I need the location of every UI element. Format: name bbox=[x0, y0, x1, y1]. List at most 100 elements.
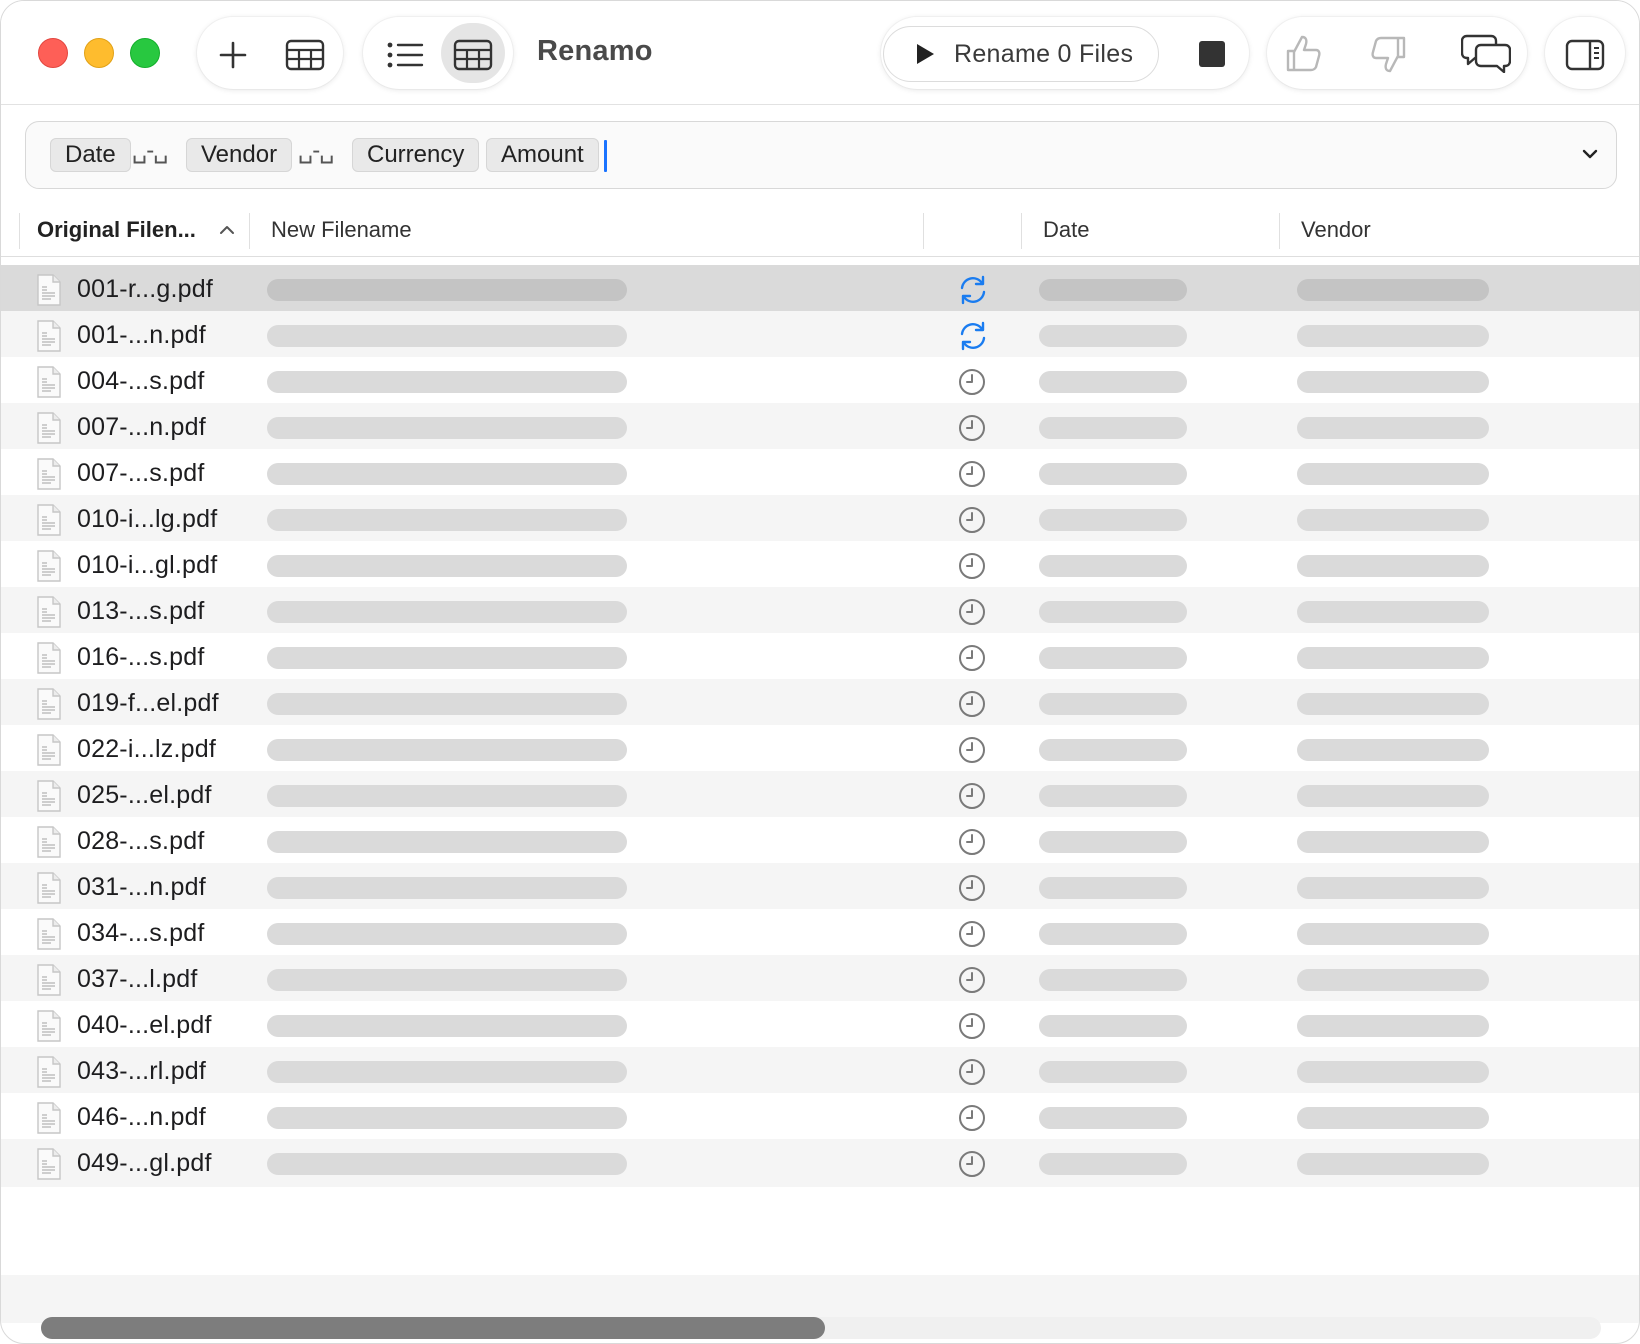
pending-status bbox=[957, 919, 987, 954]
table-row[interactable]: 046-...n.pdf bbox=[1, 1093, 1639, 1141]
plus-icon bbox=[219, 41, 247, 69]
table-row[interactable]: 019-f...el.pdf bbox=[1, 679, 1639, 727]
clock-icon bbox=[959, 1059, 985, 1085]
column-divider[interactable] bbox=[249, 213, 250, 249]
pattern-token-date[interactable]: Date bbox=[50, 138, 131, 172]
pdf-document-icon bbox=[37, 412, 61, 444]
file-icon bbox=[37, 734, 61, 771]
file-icon bbox=[37, 596, 61, 633]
pdf-document-icon bbox=[37, 826, 61, 858]
pending-status bbox=[957, 505, 987, 540]
pdf-document-icon bbox=[37, 366, 61, 398]
thumbs-up-button[interactable] bbox=[1283, 31, 1323, 75]
toolbar: Renamo Rename 0 Files bbox=[1, 1, 1639, 105]
table-row[interactable]: 010-i...gl.pdf bbox=[1, 541, 1639, 589]
table-row[interactable]: 043-...rl.pdf bbox=[1, 1047, 1639, 1095]
table-row[interactable]: 013-...s.pdf bbox=[1, 587, 1639, 635]
stop-button[interactable] bbox=[1197, 39, 1227, 69]
rename-files-button[interactable]: Rename 0 Files bbox=[883, 26, 1159, 82]
column-divider[interactable] bbox=[1021, 213, 1022, 249]
grid-view-button-icon-wrap[interactable] bbox=[451, 35, 495, 75]
close-window-button[interactable] bbox=[38, 38, 68, 68]
vendor-placeholder bbox=[1297, 417, 1489, 439]
processing-status bbox=[957, 275, 989, 310]
clock-icon bbox=[959, 369, 985, 395]
table-row[interactable]: 037-...l.pdf bbox=[1, 955, 1639, 1003]
vendor-placeholder bbox=[1297, 877, 1489, 899]
clock-icon bbox=[959, 783, 985, 809]
vendor-placeholder bbox=[1297, 325, 1489, 347]
table-row[interactable]: 022-i...lz.pdf bbox=[1, 725, 1639, 773]
date-placeholder bbox=[1039, 601, 1187, 623]
original-filename: 010-i...lg.pdf bbox=[77, 505, 218, 533]
column-divider[interactable] bbox=[923, 213, 924, 249]
app-window: Renamo Rename 0 Files Date ␣-␣ Vendor ␣-… bbox=[0, 0, 1640, 1344]
pdf-document-icon bbox=[37, 688, 61, 720]
file-icon bbox=[37, 1102, 61, 1139]
table-row[interactable]: 004-...s.pdf bbox=[1, 357, 1639, 405]
new-filename-placeholder bbox=[267, 923, 627, 945]
column-divider[interactable] bbox=[1279, 213, 1280, 249]
file-icon bbox=[37, 642, 61, 679]
table-button[interactable] bbox=[283, 35, 327, 75]
file-icon bbox=[37, 1056, 61, 1093]
horizontal-scrollbar-thumb[interactable] bbox=[41, 1317, 825, 1339]
table-row[interactable]: 001-...n.pdf bbox=[1, 311, 1639, 359]
pending-status bbox=[957, 1057, 987, 1092]
feedback-chat-button[interactable] bbox=[1461, 31, 1511, 75]
vendor-placeholder bbox=[1297, 555, 1489, 577]
table-row[interactable]: 028-...s.pdf bbox=[1, 817, 1639, 865]
toggle-sidebar-button[interactable] bbox=[1563, 35, 1607, 75]
table-row[interactable]: 001-r...g.pdf bbox=[1, 265, 1639, 313]
table-row[interactable]: 034-...s.pdf bbox=[1, 909, 1639, 957]
pdf-document-icon bbox=[37, 320, 61, 352]
pattern-token-amount[interactable]: Amount bbox=[486, 138, 599, 172]
rename-pattern-field[interactable]: Date ␣-␣ Vendor ␣-␣ Currency Amount bbox=[25, 121, 1617, 189]
table-row[interactable]: 010-i...lg.pdf bbox=[1, 495, 1639, 543]
original-filename: 028-...s.pdf bbox=[77, 827, 205, 855]
table-row[interactable]: 040-...el.pdf bbox=[1, 1001, 1639, 1049]
original-filename: 007-...s.pdf bbox=[77, 459, 205, 487]
vendor-placeholder bbox=[1297, 1015, 1489, 1037]
chat-bubbles-icon bbox=[1461, 34, 1511, 73]
column-header-original-filename[interactable]: Original Filen... bbox=[37, 217, 196, 243]
pending-status bbox=[957, 413, 987, 448]
pdf-document-icon bbox=[37, 918, 61, 950]
table-row[interactable]: 007-...s.pdf bbox=[1, 449, 1639, 497]
date-placeholder bbox=[1039, 555, 1187, 577]
list-view-button[interactable] bbox=[383, 35, 427, 75]
pdf-document-icon bbox=[37, 1010, 61, 1042]
pattern-token-currency[interactable]: Currency bbox=[352, 138, 480, 172]
new-filename-placeholder bbox=[267, 555, 627, 577]
thumbs-down-button[interactable] bbox=[1369, 33, 1409, 77]
table-row[interactable]: 025-...el.pdf bbox=[1, 771, 1639, 819]
original-filename: 016-...s.pdf bbox=[77, 643, 205, 671]
zoom-window-button[interactable] bbox=[130, 38, 160, 68]
table-row[interactable]: 049-...gl.pdf bbox=[1, 1139, 1639, 1187]
date-placeholder bbox=[1039, 1015, 1187, 1037]
clock-icon bbox=[959, 1105, 985, 1131]
column-header-vendor[interactable]: Vendor bbox=[1301, 217, 1371, 243]
date-placeholder bbox=[1039, 693, 1187, 715]
pattern-token-vendor[interactable]: Vendor bbox=[186, 138, 293, 172]
vendor-placeholder bbox=[1297, 969, 1489, 991]
minimize-window-button[interactable] bbox=[84, 38, 114, 68]
sync-icon bbox=[960, 321, 986, 351]
table-row[interactable]: 007-...n.pdf bbox=[1, 403, 1639, 451]
file-icon bbox=[37, 918, 61, 955]
vendor-placeholder bbox=[1297, 785, 1489, 807]
clock-icon bbox=[959, 415, 985, 441]
original-filename: 004-...s.pdf bbox=[77, 367, 205, 395]
table-row[interactable]: 016-...s.pdf bbox=[1, 633, 1639, 681]
add-files-button[interactable] bbox=[213, 35, 253, 75]
date-placeholder bbox=[1039, 785, 1187, 807]
original-filename: 034-...s.pdf bbox=[77, 919, 205, 947]
table-row[interactable]: 031-...n.pdf bbox=[1, 863, 1639, 911]
pending-status bbox=[957, 735, 987, 770]
column-header-new-filename[interactable]: New Filename bbox=[271, 217, 412, 243]
original-filename: 019-f...el.pdf bbox=[77, 689, 219, 717]
new-filename-placeholder bbox=[267, 417, 627, 439]
new-filename-placeholder bbox=[267, 739, 627, 761]
pattern-dropdown-button[interactable] bbox=[1580, 144, 1600, 169]
column-header-date[interactable]: Date bbox=[1043, 217, 1089, 243]
